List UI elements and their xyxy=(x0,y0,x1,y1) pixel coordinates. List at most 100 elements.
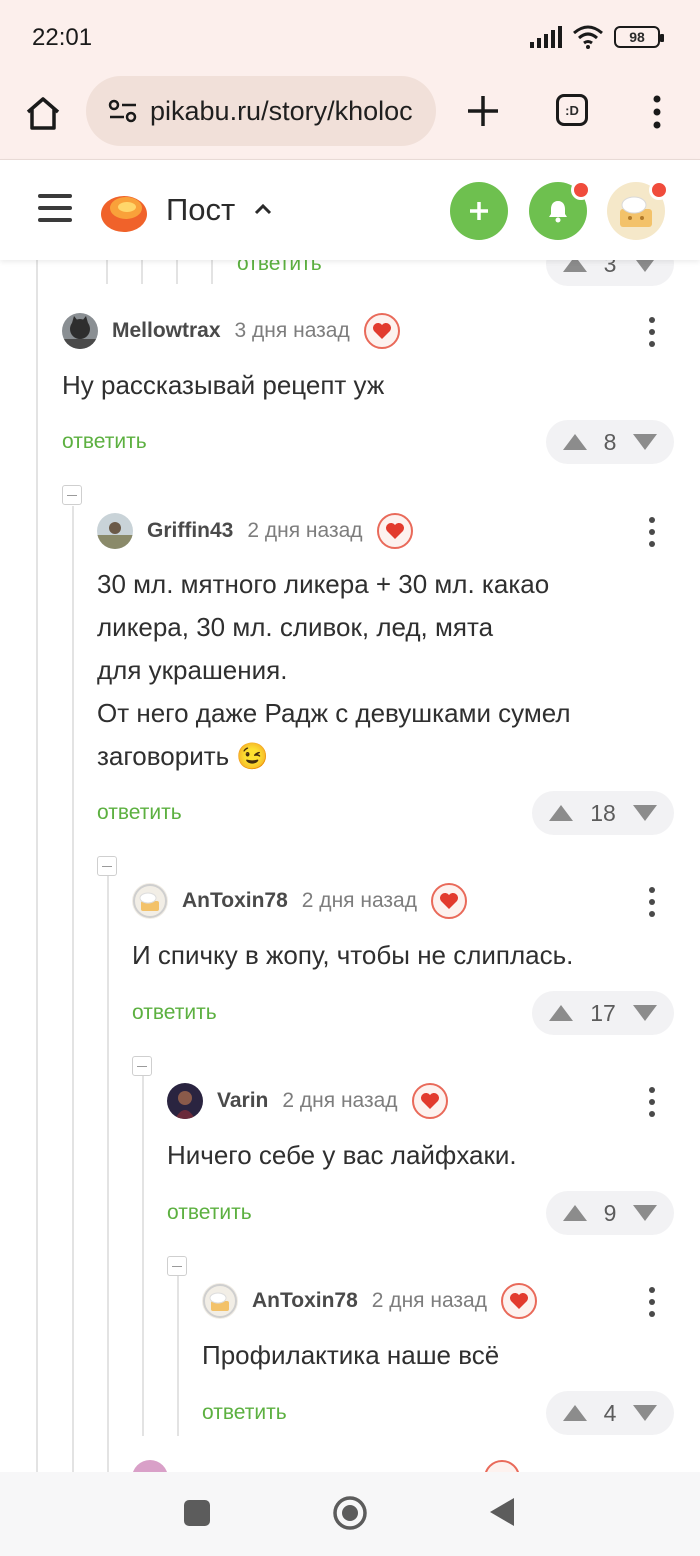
comment-text-line: От него даже Радж с девушками сумел xyxy=(97,698,571,728)
tabs-button[interactable]: :D xyxy=(556,94,588,126)
comment-text: 30 мл. мятного ликера + 30 мл. какао лик… xyxy=(97,563,571,778)
avatar[interactable] xyxy=(132,883,168,919)
comment-text: Профилактика наше всё xyxy=(202,1340,500,1370)
avatar[interactable] xyxy=(167,1083,203,1119)
comment-time[interactable]: 2 дня назад xyxy=(247,519,362,543)
upvote-icon[interactable] xyxy=(562,1404,588,1422)
reply-link[interactable]: ответить xyxy=(132,1001,217,1025)
downvote-icon[interactable] xyxy=(632,804,658,822)
more-options-icon[interactable] xyxy=(648,886,656,918)
upvote-icon[interactable] xyxy=(548,1004,574,1022)
avatar[interactable] xyxy=(132,1460,168,1472)
vote-count: 9 xyxy=(603,1199,617,1226)
avatar[interactable] xyxy=(202,1283,238,1319)
notification-dot xyxy=(571,180,591,200)
home-nav-icon[interactable] xyxy=(332,1495,368,1531)
comment-time[interactable]: 2 дня назад xyxy=(302,889,417,913)
comment-author[interactable]: AnToxin78 xyxy=(182,889,288,913)
vote-count: 4 xyxy=(603,1399,617,1426)
comment-text: Ну рассказывай рецепт уж xyxy=(62,370,385,400)
url-bar[interactable]: pikabu.ru/story/kholoc xyxy=(86,76,436,146)
collapse-thread-button[interactable] xyxy=(62,485,82,505)
url-text: pikabu.ru/story/kholoc xyxy=(150,95,413,126)
vote-count: 17 xyxy=(590,999,616,1026)
reply-link[interactable]: ответить xyxy=(202,1401,287,1425)
comment-header: AnToxin78 2 дня назад xyxy=(202,1282,537,1320)
reply-link[interactable]: ответить xyxy=(237,260,322,276)
reply-link[interactable]: ответить xyxy=(167,1201,252,1225)
upvote-icon[interactable] xyxy=(562,1204,588,1222)
pikabu-logo[interactable] xyxy=(98,184,150,236)
comment-author[interactable]: Mellowtrax xyxy=(112,319,221,343)
downvote-icon[interactable] xyxy=(632,1004,658,1022)
add-post-button[interactable] xyxy=(450,182,508,240)
thread-line xyxy=(177,1276,179,1436)
new-tab-icon[interactable] xyxy=(462,90,504,132)
thread-line xyxy=(107,876,109,1472)
status-icons: 98 xyxy=(530,24,664,50)
upvote-icon[interactable] xyxy=(562,433,588,451)
vote-widget: 8 xyxy=(546,420,674,464)
collapse-thread-button[interactable] xyxy=(132,1056,152,1076)
thread-line xyxy=(211,260,213,284)
downvote-icon[interactable] xyxy=(632,433,658,451)
reply-link[interactable]: ответить xyxy=(62,430,147,454)
comment-author[interactable]: AnToxin78 xyxy=(252,1289,358,1313)
profile-notification-dot xyxy=(649,180,669,200)
wifi-icon xyxy=(573,25,603,49)
more-options-icon[interactable] xyxy=(648,316,656,348)
heart-badge-icon xyxy=(376,513,413,549)
downvote-icon[interactable] xyxy=(632,260,658,273)
comment-text-line: ликера, 30 мл. сливок, лед, мята xyxy=(97,612,494,642)
browser-toolbar: pikabu.ru/story/kholoc :D xyxy=(0,72,700,160)
plus-icon xyxy=(470,202,488,220)
heart-badge-icon xyxy=(430,883,467,919)
thread-line xyxy=(106,260,108,284)
profile-avatar-button[interactable] xyxy=(607,180,669,240)
status-bar: 22:01 98 xyxy=(0,0,700,72)
upvote-icon[interactable] xyxy=(562,260,588,273)
menu-icon[interactable] xyxy=(38,194,72,222)
vote-widget: 9 xyxy=(546,1191,674,1235)
status-time: 22:01 xyxy=(32,24,93,51)
downvote-icon[interactable] xyxy=(632,1204,658,1222)
site-settings-icon[interactable] xyxy=(108,98,138,124)
reply-link[interactable]: ответить xyxy=(97,801,182,825)
browser-menu-icon[interactable] xyxy=(648,94,666,130)
tabs-label: :D xyxy=(565,102,579,118)
heart-badge-icon xyxy=(500,1283,537,1319)
more-options-icon[interactable] xyxy=(648,1086,656,1118)
chevron-up-icon[interactable] xyxy=(252,198,274,220)
system-nav-bar xyxy=(0,1472,700,1556)
comment-time[interactable]: 2 дня назад xyxy=(282,1089,397,1113)
more-options-icon[interactable] xyxy=(648,516,656,548)
signal-icon xyxy=(530,26,562,48)
thread-line xyxy=(36,260,38,1472)
thread-line xyxy=(142,1076,144,1436)
vote-count: 18 xyxy=(590,799,616,826)
comment-text: И спичку в жопу, чтобы не слиплась. xyxy=(132,940,574,970)
upvote-icon[interactable] xyxy=(548,804,574,822)
vote-count: 3 xyxy=(603,260,617,277)
back-nav-icon[interactable] xyxy=(488,1496,516,1528)
collapse-thread-button[interactable] xyxy=(167,1256,187,1276)
notifications-button[interactable] xyxy=(529,180,591,240)
comment-author[interactable]: Varin xyxy=(217,1089,268,1113)
page-title[interactable]: Пост xyxy=(166,192,235,228)
comment-author[interactable]: Griffin43 xyxy=(147,519,233,543)
app-header: Пост xyxy=(0,160,700,260)
comment-time[interactable]: 2 дня назад xyxy=(372,1289,487,1313)
more-options-icon[interactable] xyxy=(648,1286,656,1318)
collapse-thread-button[interactable] xyxy=(97,856,117,876)
battery-level: 98 xyxy=(629,29,645,45)
vote-widget: 4 xyxy=(546,1391,674,1435)
recents-button[interactable] xyxy=(184,1500,210,1526)
comment-text-line: заговорить 😉 xyxy=(97,741,269,771)
comment-time[interactable]: 3 дня назад xyxy=(235,319,350,343)
avatar[interactable] xyxy=(62,313,98,349)
home-button[interactable] xyxy=(20,90,66,136)
downvote-icon[interactable] xyxy=(632,1404,658,1422)
heart-badge-icon xyxy=(484,1460,520,1472)
comments-list: ответить 3 Mellowtrax 3 дня назад Ну рас… xyxy=(0,260,700,1472)
avatar[interactable] xyxy=(97,513,133,549)
